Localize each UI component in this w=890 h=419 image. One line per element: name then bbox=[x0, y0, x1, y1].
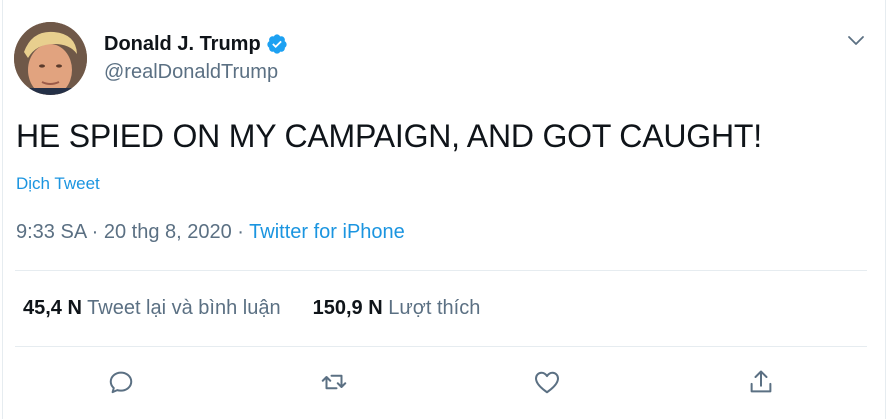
author-row: Donald J. Trump bbox=[104, 31, 288, 57]
translate-tweet-link[interactable]: Dịch Tweet bbox=[16, 174, 100, 194]
verified-badge-icon bbox=[266, 33, 288, 55]
heart-icon[interactable] bbox=[532, 367, 562, 397]
reply-icon[interactable] bbox=[106, 367, 136, 397]
author-handle[interactable]: @realDonaldTrump bbox=[104, 61, 278, 84]
likes-label: Lượt thích bbox=[388, 297, 481, 319]
retweets-label: Tweet lại và bình luận bbox=[87, 297, 281, 319]
meta-separator: · bbox=[231, 221, 250, 243]
tweet-time[interactable]: 9:33 SA bbox=[16, 221, 86, 243]
tweet-source-link[interactable]: Twitter for iPhone bbox=[249, 221, 405, 243]
tweet-stats: 45,4 N Tweet lại và bình luận 150,9 N Lư… bbox=[23, 297, 480, 320]
tweet-text: HE SPIED ON MY CAMPAIGN, AND GOT CAUGHT! bbox=[16, 118, 762, 154]
likes-stat[interactable]: 150,9 N Lượt thích bbox=[313, 297, 481, 320]
meta-separator: · bbox=[86, 221, 104, 243]
tweet-meta: 9:33 SA · 20 thg 8, 2020 · Twitter for i… bbox=[16, 221, 405, 244]
tweet-date[interactable]: 20 thg 8, 2020 bbox=[104, 221, 232, 243]
chevron-down-icon[interactable] bbox=[844, 31, 868, 51]
retweets-count: 45,4 N bbox=[23, 297, 82, 319]
avatar[interactable] bbox=[14, 22, 87, 95]
tweet-card: Donald J. Trump @realDonaldTrump HE SPIE… bbox=[2, 0, 886, 419]
divider bbox=[15, 270, 867, 271]
retweets-stat[interactable]: 45,4 N Tweet lại và bình luận bbox=[23, 297, 281, 320]
retweet-icon[interactable] bbox=[319, 367, 349, 397]
divider bbox=[15, 346, 867, 347]
avatar-image bbox=[14, 22, 87, 95]
share-icon[interactable] bbox=[746, 367, 776, 397]
likes-count: 150,9 N bbox=[312, 297, 383, 319]
author-name[interactable]: Donald J. Trump bbox=[104, 33, 261, 56]
